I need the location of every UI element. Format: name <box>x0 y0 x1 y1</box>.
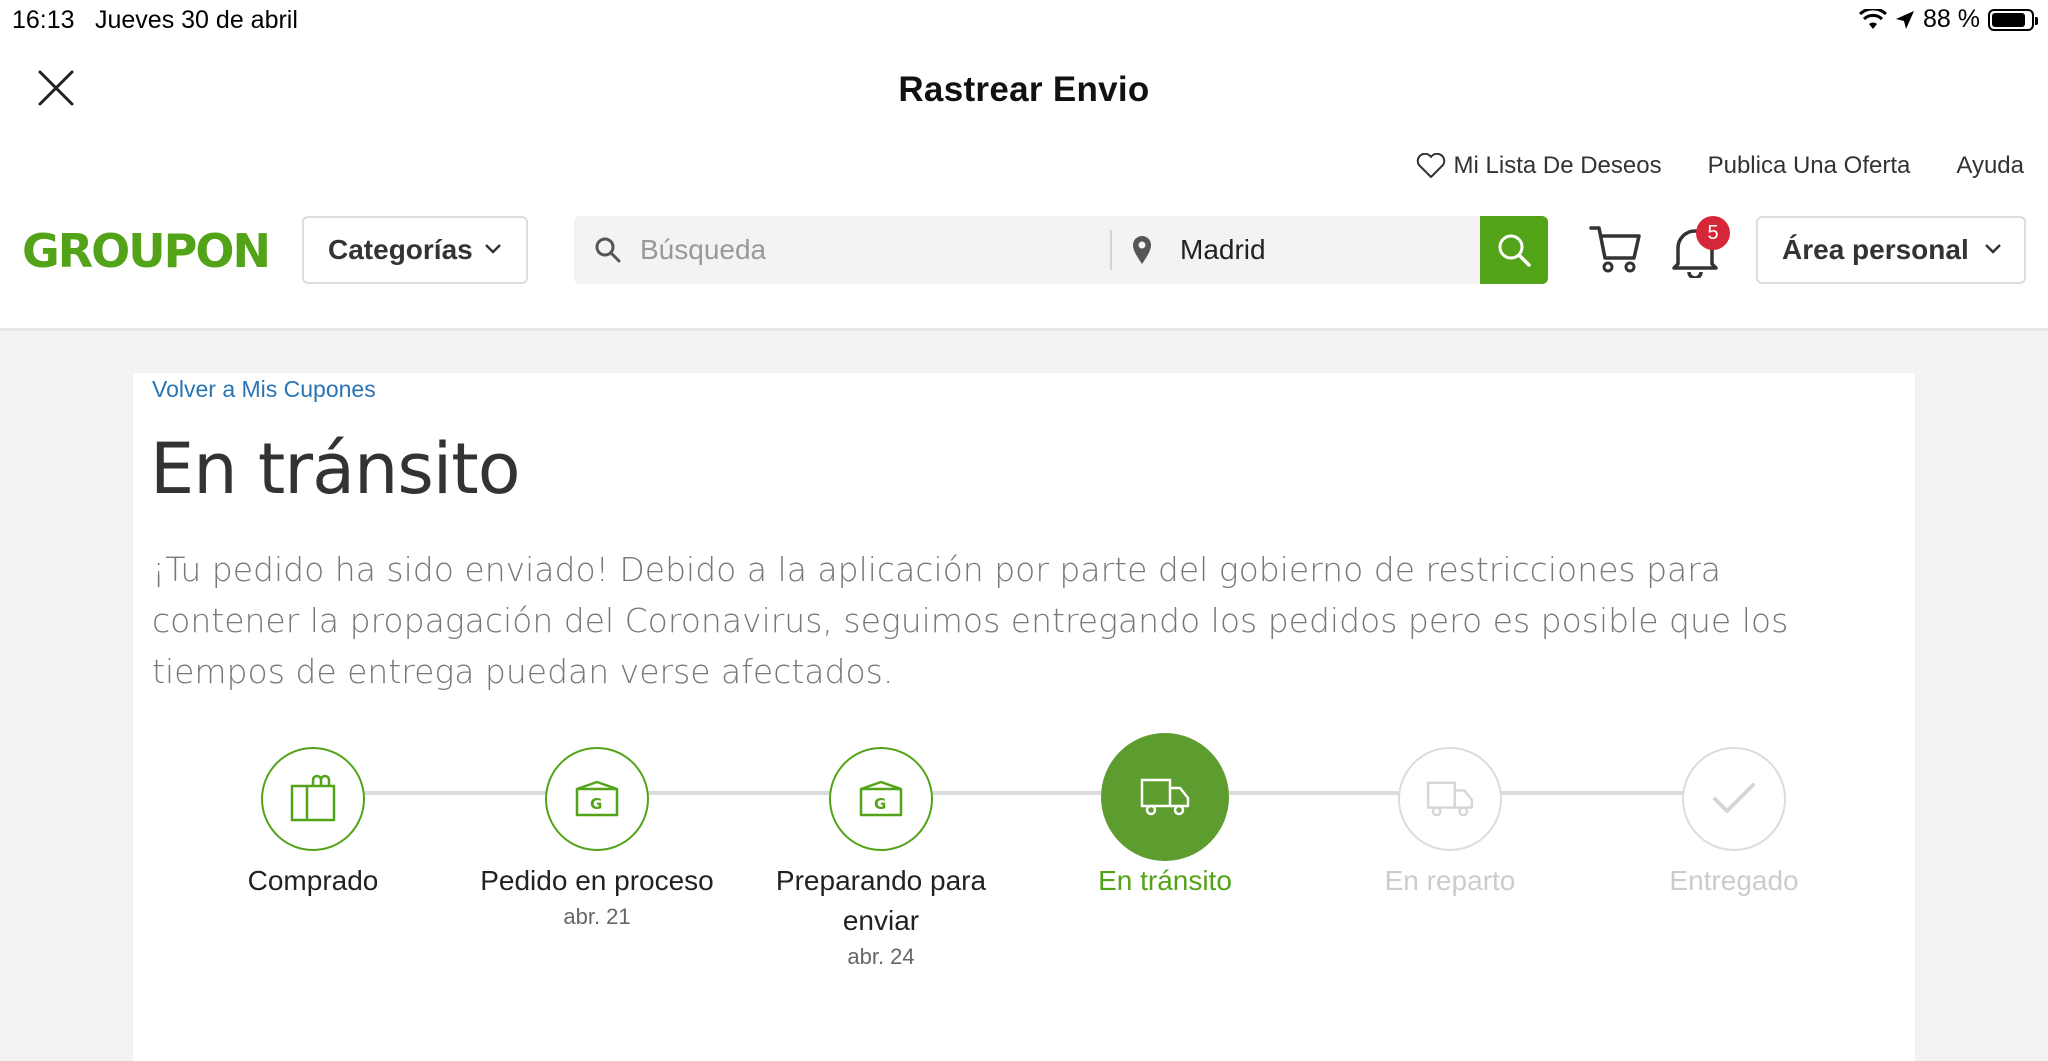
location-input[interactable] <box>1180 216 1480 284</box>
chevron-down-icon <box>1985 244 2001 254</box>
categories-dropdown[interactable]: Categorías <box>302 216 528 284</box>
search-icon <box>1498 234 1531 267</box>
battery-icon <box>1988 8 2038 31</box>
status-bar: 16:13 Jueves 30 de abril 88 % <box>0 0 2048 40</box>
nav-bar: Rastrear Envio <box>0 40 2048 140</box>
status-indicators: 88 % <box>1859 5 2038 34</box>
location-arrow-icon <box>1896 10 1915 29</box>
notification-badge: 5 <box>1696 216 1730 250</box>
groupon-logo[interactable]: GROUPON <box>22 224 271 278</box>
search-divider <box>1110 230 1112 270</box>
battery-percent: 88 % <box>1923 5 1980 33</box>
status-time: 16:13 <box>12 6 75 34</box>
back-to-coupons-link[interactable]: Volver a Mis Cupones <box>152 376 376 403</box>
search-icon <box>595 237 621 263</box>
publish-offer-link[interactable]: Publica Una Oferta <box>1708 152 1911 180</box>
cart-icon <box>1589 226 1641 273</box>
search-input[interactable] <box>640 216 1060 284</box>
help-link[interactable]: Ayuda <box>1956 152 2024 180</box>
wishlist-link[interactable]: Mi Lista De Deseos <box>1416 152 1662 180</box>
status-date: Jueves 30 de abril <box>95 6 298 34</box>
search-button[interactable] <box>1480 216 1548 284</box>
location-pin-icon <box>1133 236 1151 264</box>
account-label: Área personal <box>1782 234 1969 265</box>
heart-icon <box>1416 153 1445 178</box>
page-description: ¡Tu pedido ha sido enviado! Debido a la … <box>152 550 1789 691</box>
search-bar <box>574 216 1548 284</box>
account-dropdown[interactable]: Área personal <box>1756 216 2026 284</box>
chevron-down-icon <box>485 244 501 254</box>
wishlist-label: Mi Lista De Deseos <box>1453 152 1662 179</box>
top-links: Mi Lista De Deseos Publica Una Oferta Ay… <box>1370 152 2024 180</box>
page-title: En tránsito <box>150 428 521 510</box>
categories-label: Categorías <box>328 234 473 265</box>
cart-button[interactable] <box>1588 222 1642 281</box>
nav-title: Rastrear Envio <box>898 70 1150 109</box>
wifi-icon <box>1859 8 1888 29</box>
